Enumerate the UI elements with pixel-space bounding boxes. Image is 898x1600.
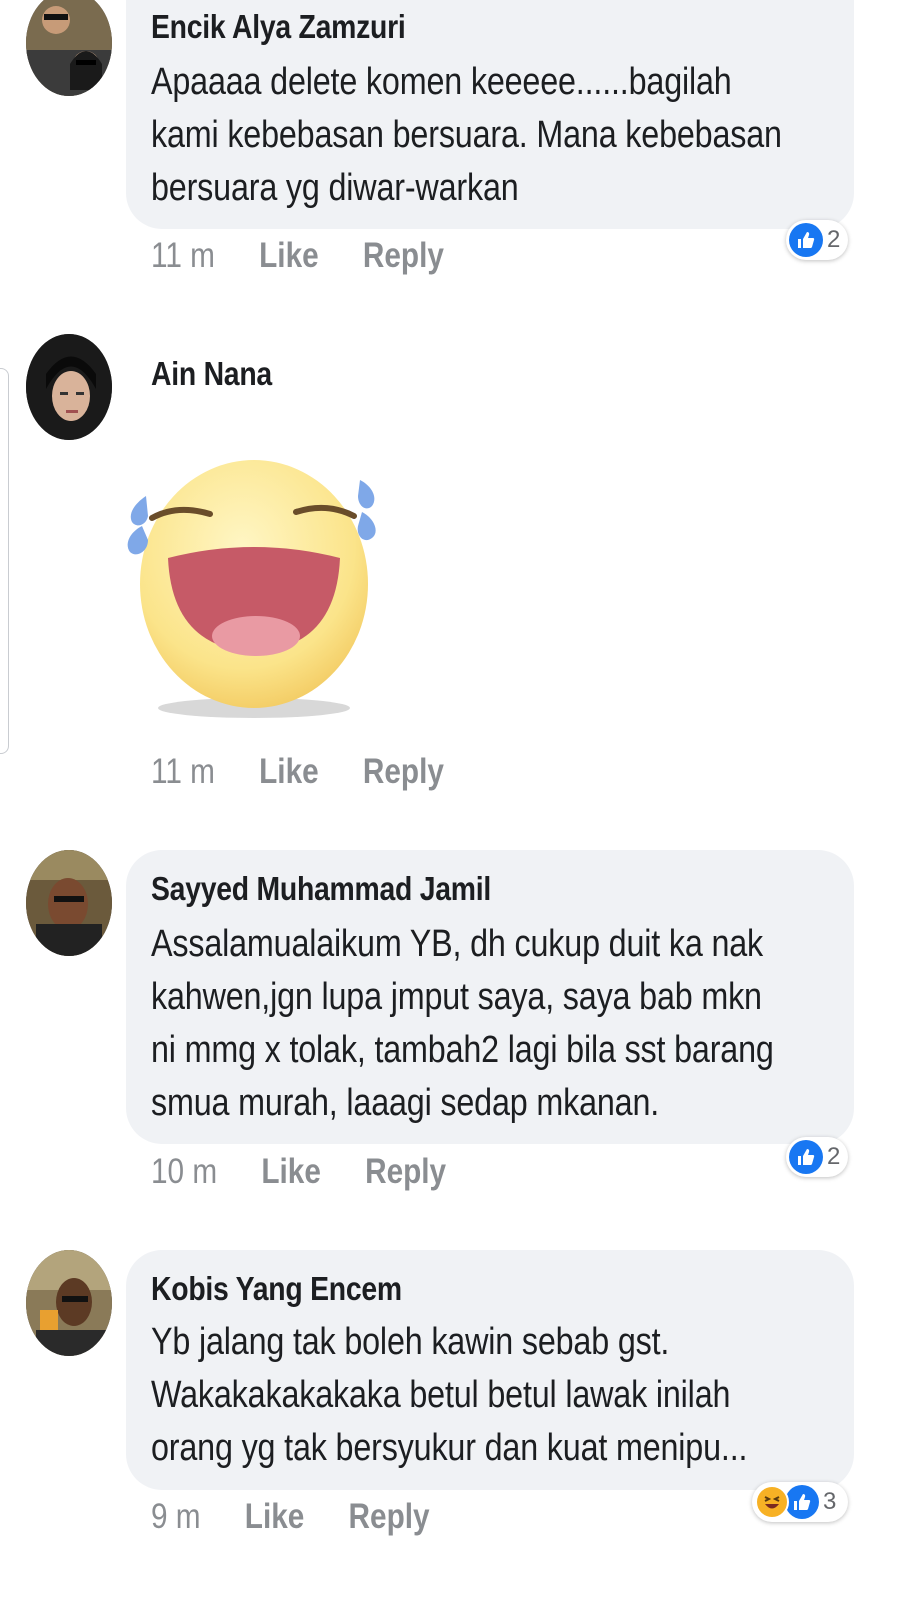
reply-button[interactable]: Reply [349,1497,430,1537]
comment-actions: 11 m Like Reply [151,752,444,792]
reply-button[interactable]: Reply [365,1152,446,1192]
laughing-face-icon [755,1485,789,1519]
thumbs-up-icon [789,1140,823,1174]
reaction-summary[interactable]: 3 [752,1482,848,1522]
thumbs-up-icon [789,223,823,257]
reaction-count: 3 [823,1488,837,1515]
avatar[interactable] [26,850,112,956]
comment-time: 11 m [151,752,215,791]
comment-time: 10 m [151,1152,218,1191]
comment-text: Assalamualaikum YB, dh cukup duit ka nak… [151,923,774,1124]
comment-time: 11 m [151,236,215,275]
reply-button[interactable]: Reply [363,752,444,792]
laughing-tears-sticker [122,452,384,722]
like-button[interactable]: Like [259,752,319,792]
comment-author[interactable]: Kobis Yang Encem [151,1270,402,1308]
like-button[interactable]: Like [259,236,319,276]
reaction-summary[interactable]: 2 [786,1137,848,1177]
avatar[interactable] [26,1250,112,1356]
comment-author[interactable]: Sayyed Muhammad Jamil [151,870,491,908]
comment-author[interactable]: Encik Alya Zamzuri [151,8,406,46]
thumbs-up-icon [785,1485,819,1519]
comment-text: Yb jalang tak boleh kawin sebab gst. Wak… [151,1321,748,1469]
reply-button[interactable]: Reply [363,236,444,276]
comment-text: Apaaaa delete komen keeeee......bagilah … [151,61,782,209]
reaction-count: 2 [827,1143,841,1170]
like-button[interactable]: Like [261,1152,321,1192]
reaction-count: 2 [827,226,841,253]
comment-time: 9 m [151,1497,201,1536]
thread-indicator [0,368,9,754]
comment-actions: 11 m Like Reply [151,236,444,276]
avatar[interactable] [26,0,112,96]
like-button[interactable]: Like [245,1497,305,1537]
comment-actions: 9 m Like Reply [151,1497,430,1537]
comment-author[interactable]: Ain Nana [151,355,272,393]
comment-actions: 10 m Like Reply [151,1152,446,1192]
reaction-summary[interactable]: 2 [786,220,848,260]
avatar[interactable] [26,334,112,440]
